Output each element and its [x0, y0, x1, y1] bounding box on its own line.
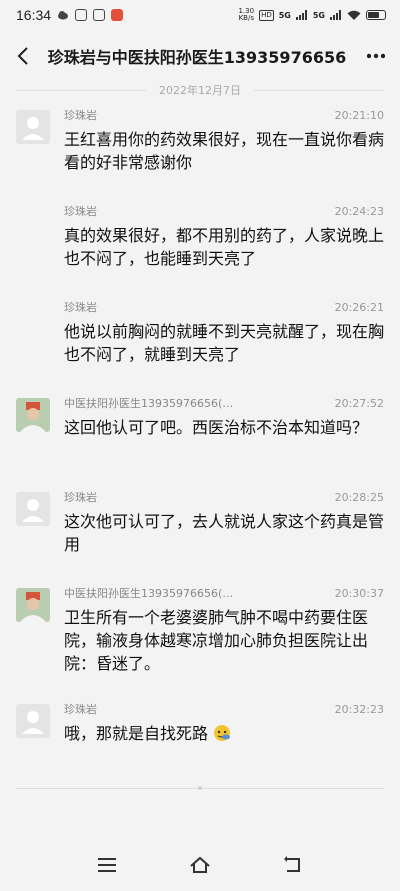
sender-name: 珍珠岩	[64, 703, 97, 716]
message-item[interactable]: 珍珠岩 20:28:25 这次他可认可了，去人就说人家这个药真是管用	[0, 488, 400, 584]
message-header: 中医扶阳孙医生13935976656(… 20:27:52	[64, 394, 384, 412]
network-speed: 1.30 KB/s	[238, 7, 255, 22]
doctor-photo-icon	[16, 398, 50, 432]
message-time: 20:27:52	[334, 396, 384, 410]
signal-bars-icon-2	[330, 10, 341, 20]
signal-bars-icon	[295, 10, 307, 20]
message-text[interactable]: 这回他认可了吧。西医治标不治本知道吗？	[64, 416, 384, 439]
message-text[interactable]: 真的效果很好，都不用别的药了，人家说晚上也不闷了，也能睡到天亮了	[64, 224, 384, 270]
status-time: 16:34	[16, 7, 52, 23]
status-bar: 16:34 1.30 KB/s HD 5G 5G	[0, 0, 400, 30]
sender-name: 珍珠岩	[64, 205, 97, 218]
message-text[interactable]: 哦，那就是自找死路	[64, 722, 384, 745]
doctor-avatar[interactable]	[16, 398, 50, 432]
menu-button[interactable]	[94, 852, 120, 878]
red-app-notification-icon	[111, 9, 124, 21]
status-right: 1.30 KB/s HD 5G 5G	[238, 8, 386, 22]
message-item[interactable]: 中医扶阳孙医生13935976656(… 20:27:52 这回他认可了吧。西医…	[0, 394, 400, 488]
menu-icon	[97, 858, 116, 872]
back-nav-button[interactable]	[280, 852, 306, 878]
sender-name: 中医扶阳孙医生13935976656(…	[64, 587, 234, 600]
chat-title: 珍珠岩与中医扶阳孙医生13935976656	[47, 48, 347, 67]
divider-dot	[198, 786, 202, 790]
message-text[interactable]: 王红喜用你的药效果很好，现在一直说你看病看的好非常感谢你	[64, 128, 384, 174]
default-avatar-icon	[22, 499, 44, 522]
message-item[interactable]: 中医扶阳孙医生13935976656(… 20:30:37 卫生所有一个老婆婆肺…	[0, 584, 400, 700]
signal-5g-1: 5G	[278, 10, 291, 20]
signal-5g-2: 5G	[312, 10, 325, 20]
home-button[interactable]	[187, 852, 213, 878]
more-button[interactable]	[360, 41, 386, 71]
hd-icon: HD	[259, 9, 274, 21]
message-header: 中医扶阳孙医生13935976656(… 20:30:37	[64, 584, 384, 602]
status-left: 16:34	[16, 7, 124, 23]
message-header: 珍珠岩 20:28:25	[64, 488, 384, 506]
message-time: 20:24:23	[334, 204, 384, 218]
back-icon	[284, 856, 301, 872]
home-icon	[190, 856, 210, 873]
default-avatar-icon	[22, 711, 44, 734]
message-item[interactable]: 珍珠岩 20:24:23 真的效果很好，都不用别的药了，人家说晚上也不闷了，也能…	[0, 202, 400, 298]
avatar[interactable]	[16, 704, 50, 738]
default-avatar-icon	[22, 117, 44, 140]
cloud-icon	[58, 11, 69, 20]
message-text[interactable]: 卫生所有一个老婆婆肺气肿不喝中药要住医院，输液身体越寒凉增加心肺负担医院让出院：…	[64, 606, 384, 675]
chat-header: 珍珠岩与中医扶阳孙医生13935976656	[0, 30, 400, 82]
sender-name: 珍珠岩	[64, 491, 97, 504]
message-time: 20:32:23	[334, 702, 384, 716]
message-time: 20:21:10	[334, 108, 384, 122]
message-header: 珍珠岩 20:21:10	[64, 106, 384, 124]
message-header: 珍珠岩 20:24:23	[64, 202, 384, 220]
battery-icon	[366, 10, 386, 20]
message-text[interactable]: 他说以前胸闷的就睡不到天亮就醒了，现在胸也不闷了，就睡到天亮了	[64, 320, 384, 366]
message-item[interactable]: 珍珠岩 20:26:21 他说以前胸闷的就睡不到天亮就醒了，现在胸也不闷了，就睡…	[0, 298, 400, 394]
doctor-avatar[interactable]	[16, 588, 50, 622]
message-header: 珍珠岩 20:32:23	[64, 700, 384, 718]
message-text-content: 哦，那就是自找死路	[64, 724, 209, 743]
more-dots-icon	[366, 53, 386, 59]
message-time: 20:26:21	[334, 300, 384, 314]
message-list[interactable]: 珍珠岩 20:21:10 王红喜用你的药效果很好，现在一直说你看病看的好非常感谢…	[0, 106, 400, 770]
message-time: 20:30:37	[334, 586, 384, 600]
date-divider: 2022年12月7日	[0, 82, 400, 98]
sender-name: 中医扶阳孙医生13935976656(…	[64, 397, 234, 410]
message-item[interactable]: 珍珠岩 20:21:10 王红喜用你的药效果很好，现在一直说你看病看的好非常感谢…	[0, 106, 400, 202]
wifi-icon	[347, 10, 361, 20]
back-button[interactable]	[12, 41, 34, 71]
message-header: 珍珠岩 20:26:21	[64, 298, 384, 316]
face-emoji-icon	[214, 725, 231, 741]
avatar[interactable]	[16, 110, 50, 144]
sender-name: 珍珠岩	[64, 301, 97, 314]
message-text[interactable]: 这次他可认可了，去人就说人家这个药真是管用	[64, 510, 384, 556]
system-nav-bar	[0, 839, 400, 891]
message-item[interactable]: 珍珠岩 20:32:23 哦，那就是自找死路	[0, 700, 400, 770]
back-arrow-icon	[17, 47, 28, 65]
avatar[interactable]	[16, 492, 50, 526]
mail-notification-icon	[93, 9, 106, 21]
app-notification-icon	[75, 9, 88, 21]
message-time: 20:28:25	[334, 490, 384, 504]
doctor-photo-icon	[16, 588, 50, 622]
sender-name: 珍珠岩	[64, 109, 97, 122]
